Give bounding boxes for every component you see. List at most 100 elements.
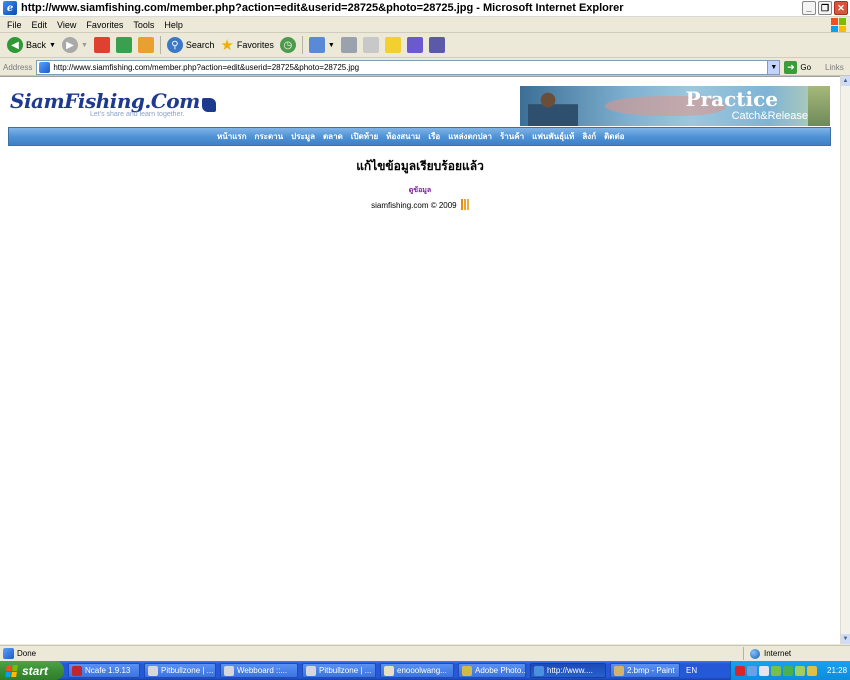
stats-counter-icon[interactable] [460, 199, 469, 210]
battery-icon[interactable] [807, 665, 817, 676]
taskbar-button[interactable]: Pitbullzone | ... [144, 663, 216, 678]
clock: 21:28 [827, 666, 848, 675]
search-button[interactable]: ⚲ Search [164, 34, 218, 56]
menu-view[interactable]: View [52, 20, 81, 30]
taskbar-button[interactable]: Pitbullzone | ... [302, 663, 376, 678]
copyright-text: siamfishing.com © 2009 [371, 201, 457, 210]
nav-trunk-sale[interactable]: เปิดท้าย [347, 130, 382, 143]
print-button[interactable] [338, 34, 360, 56]
antivirus-icon[interactable] [735, 665, 745, 676]
history-button[interactable]: ◷ [277, 34, 299, 56]
scroll-down-icon[interactable]: ▼ [841, 634, 850, 644]
nav-shops[interactable]: ร้านค้า [496, 130, 528, 143]
banner-title: Practice [685, 87, 778, 111]
practice-catch-release-banner[interactable]: Practice Catch&Release [520, 86, 830, 126]
taskbar-button[interactable]: Adobe Photo... [458, 663, 526, 678]
windows-flag-icon [5, 664, 19, 677]
refresh-button[interactable] [113, 34, 135, 56]
mail-icon [308, 37, 325, 53]
nav-contact[interactable]: ติดต่อ [600, 130, 628, 143]
toolbar: ◀ Back ▼ ▶ ▼ ⚲ Search ★ Favorites ◷ ▼ [0, 33, 850, 58]
messenger-button[interactable] [404, 34, 426, 56]
nav-links[interactable]: ลิงก์ [578, 130, 600, 143]
task-app-icon [72, 665, 82, 676]
mail-button[interactable]: ▼ [306, 34, 338, 56]
edit-button[interactable] [360, 34, 382, 56]
task-label: Adobe Photo... [475, 666, 526, 675]
menu-help[interactable]: Help [159, 20, 188, 30]
language-indicator[interactable]: EN [686, 666, 697, 675]
fisherman-icon [201, 98, 216, 113]
taskbar-button[interactable]: enooolwang... [380, 663, 454, 678]
minimize-button[interactable]: _ [802, 1, 816, 15]
forward-dropdown-icon[interactable]: ▼ [81, 42, 88, 49]
start-button[interactable]: start [0, 661, 64, 680]
nav-boat[interactable]: เรือ [424, 130, 444, 143]
favorites-button[interactable]: ★ Favorites [217, 34, 276, 56]
back-dropdown-icon[interactable]: ▼ [49, 42, 56, 49]
site-logo[interactable]: SiamFishing.Com Let's share and learn to… [10, 89, 216, 118]
go-arrow-icon: ➜ [784, 60, 798, 74]
refresh-icon [115, 37, 132, 53]
taskbar-button[interactable]: 2.bmp - Paint [610, 663, 680, 678]
nav-auction[interactable]: ประมูล [287, 130, 319, 143]
scroll-up-icon[interactable]: ▲ [841, 76, 850, 86]
forward-button[interactable]: ▶ ▼ [59, 34, 91, 56]
network-icon[interactable] [747, 665, 757, 676]
menu-edit[interactable]: Edit [27, 20, 53, 30]
logo-text: SiamFishing.Com [10, 89, 200, 113]
back-button[interactable]: ◀ Back ▼ [4, 34, 59, 56]
menu-favorites[interactable]: Favorites [81, 20, 128, 30]
update-icon[interactable] [795, 665, 805, 676]
favorites-label: Favorites [236, 40, 274, 50]
vrr-icon[interactable] [771, 665, 781, 676]
nav-home[interactable]: หน้าแรก [213, 130, 251, 143]
toolbar-separator [301, 36, 303, 54]
go-button[interactable]: ➜ Go [784, 60, 811, 74]
vertical-scrollbar[interactable]: ▲ ▼ [840, 76, 850, 644]
discuss-button[interactable] [382, 34, 404, 56]
page-footer: siamfishing.com © 2009 [0, 199, 840, 210]
nav-fishing-spots[interactable]: แหล่งตกปลา [444, 130, 496, 143]
globe-icon [750, 648, 760, 659]
nav-board[interactable]: กระดาน [251, 130, 288, 143]
home-button[interactable] [135, 34, 157, 56]
taskbar-button[interactable]: Webboard ::... [220, 663, 298, 678]
task-label: 2.bmp - Paint [627, 666, 675, 675]
windows-logo-icon [830, 17, 846, 33]
menu-file[interactable]: File [2, 20, 27, 30]
toolbar-separator [159, 36, 161, 54]
links-button[interactable]: Links [825, 63, 844, 72]
taskbar-button[interactable]: Ncafe 1.9.13 [68, 663, 140, 678]
research-button[interactable] [426, 34, 448, 56]
stop-button[interactable] [91, 34, 113, 56]
page-done-icon [3, 648, 14, 659]
success-message: แก้ไขข้อมูลเรียบร้อยแล้ว [356, 159, 484, 173]
shield-icon[interactable] [783, 665, 793, 676]
volume-icon[interactable] [759, 665, 769, 676]
nav-field[interactable]: ท้องสนาม [382, 130, 424, 143]
address-dropdown-icon[interactable]: ▼ [767, 60, 780, 74]
mail-dropdown-icon[interactable]: ▼ [328, 42, 335, 49]
close-button[interactable]: ✕ [834, 1, 848, 15]
nav-market[interactable]: ตลาด [319, 130, 347, 143]
system-tray: 21:28 [730, 661, 850, 680]
nav-fans[interactable]: แฟนพันธุ์แท้ [528, 130, 578, 143]
taskbar-button[interactable]: http://www.... [530, 663, 606, 678]
address-input[interactable]: http://www.siamfishing.com/member.php?ac… [36, 59, 781, 75]
task-label: Pitbullzone | ... [161, 666, 214, 675]
task-app-icon [148, 665, 158, 676]
address-bar: Address http://www.siamfishing.com/membe… [0, 59, 850, 76]
address-url[interactable]: http://www.siamfishing.com/member.php?ac… [53, 63, 359, 72]
search-icon: ⚲ [166, 37, 183, 53]
view-profile-link[interactable]: ดูข้อมูล [0, 185, 840, 196]
maximize-button[interactable]: ❐ [818, 1, 832, 15]
back-arrow-icon: ◀ [7, 37, 23, 53]
menu-tools[interactable]: Tools [128, 20, 159, 30]
page-viewport: SiamFishing.Com Let's share and learn to… [0, 76, 840, 644]
start-label: start [22, 663, 49, 678]
search-label: Search [185, 40, 215, 50]
task-label: http://www.... [547, 666, 593, 675]
menu-bar: File Edit View Favorites Tools Help [0, 17, 850, 33]
security-zone: Internet [743, 647, 791, 660]
